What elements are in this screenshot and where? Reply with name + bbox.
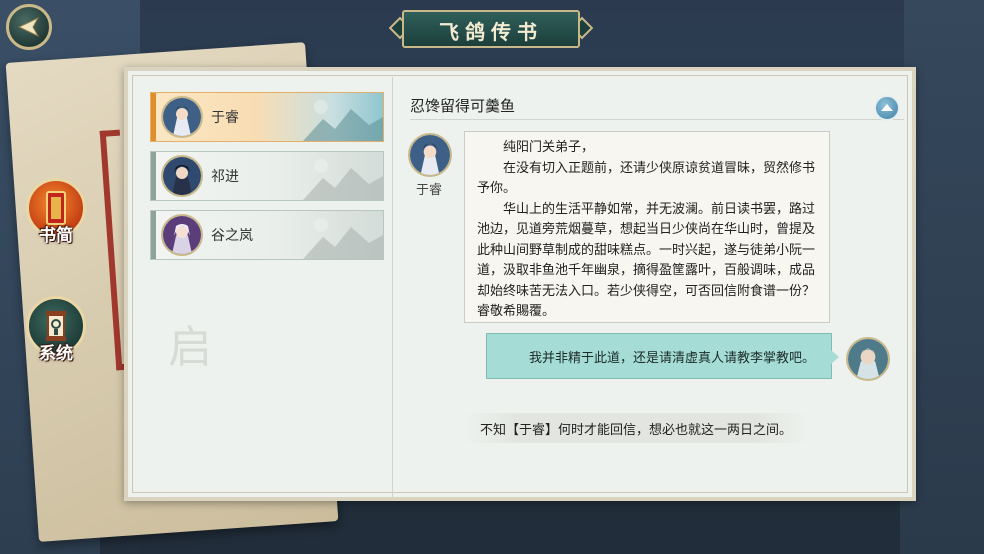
contact-avatar bbox=[161, 155, 203, 197]
shujian-label: 书简 bbox=[39, 226, 73, 246]
subject-divider bbox=[410, 119, 904, 120]
sender-name: 于睿 bbox=[416, 183, 443, 198]
contact-item-qijin[interactable]: 祁进 bbox=[150, 151, 384, 201]
mountain-decoration bbox=[303, 100, 383, 141]
mountain-decoration bbox=[303, 218, 383, 259]
letter-paragraph: 华山上的生活平静如常，并无波澜。前日读书罢，路过池边，见道旁荒烟蔓草，想起当日少… bbox=[477, 201, 816, 320]
contact-name: 于睿 bbox=[211, 110, 239, 126]
contact-item-guzhilan[interactable]: 谷之岚 bbox=[150, 210, 384, 260]
contact-name: 祁进 bbox=[211, 169, 239, 185]
mail-panel: 启 于睿 祁进 谷之岚 忍馋留得可羹鱼 于睿 纯阳门关弟子， 在没有切入正题前，… bbox=[124, 67, 916, 501]
chevron-up-icon bbox=[881, 103, 893, 111]
conversation-subject: 忍馋留得可羹鱼 bbox=[410, 97, 516, 115]
background-right bbox=[904, 0, 984, 554]
status-note: 不知【于睿】何时才能回信，想必也就这一两日之间。 bbox=[464, 413, 808, 443]
back-button[interactable] bbox=[6, 4, 52, 50]
contact-name: 谷之岚 bbox=[211, 228, 253, 244]
sender-avatar bbox=[408, 133, 452, 177]
contact-avatar bbox=[161, 214, 203, 256]
shujian-button[interactable]: 书简 bbox=[24, 178, 88, 246]
letter-paragraph: 在没有切入正题前，还请少侠原谅贫道冒昧，贸然修书予你。 bbox=[477, 160, 816, 197]
contact-item-yurui[interactable]: 于睿 bbox=[150, 92, 384, 142]
letter-paragraph: 纯阳门关弟子， bbox=[503, 140, 595, 155]
panel-divider bbox=[392, 77, 393, 497]
back-arrow-icon bbox=[17, 16, 40, 38]
player-reply: 我并非精于此道，还是请清虚真人请教李掌教吧。 bbox=[486, 333, 839, 379]
xitong-button[interactable]: 系统 bbox=[24, 296, 88, 364]
watermark: 启 bbox=[168, 322, 212, 373]
contact-avatar bbox=[161, 96, 203, 138]
incoming-letter: 纯阳门关弟子， 在没有切入正题前，还请少侠原谅贫道冒昧，贸然修书予你。 华山上的… bbox=[464, 131, 830, 323]
mountain-decoration bbox=[303, 159, 383, 200]
xitong-label: 系统 bbox=[39, 344, 73, 364]
player-avatar bbox=[846, 337, 890, 381]
collapse-button[interactable] bbox=[874, 95, 900, 121]
page-title: 飞鸽传书 bbox=[439, 20, 543, 44]
title-plaque: 飞鸽传书 bbox=[388, 8, 594, 50]
